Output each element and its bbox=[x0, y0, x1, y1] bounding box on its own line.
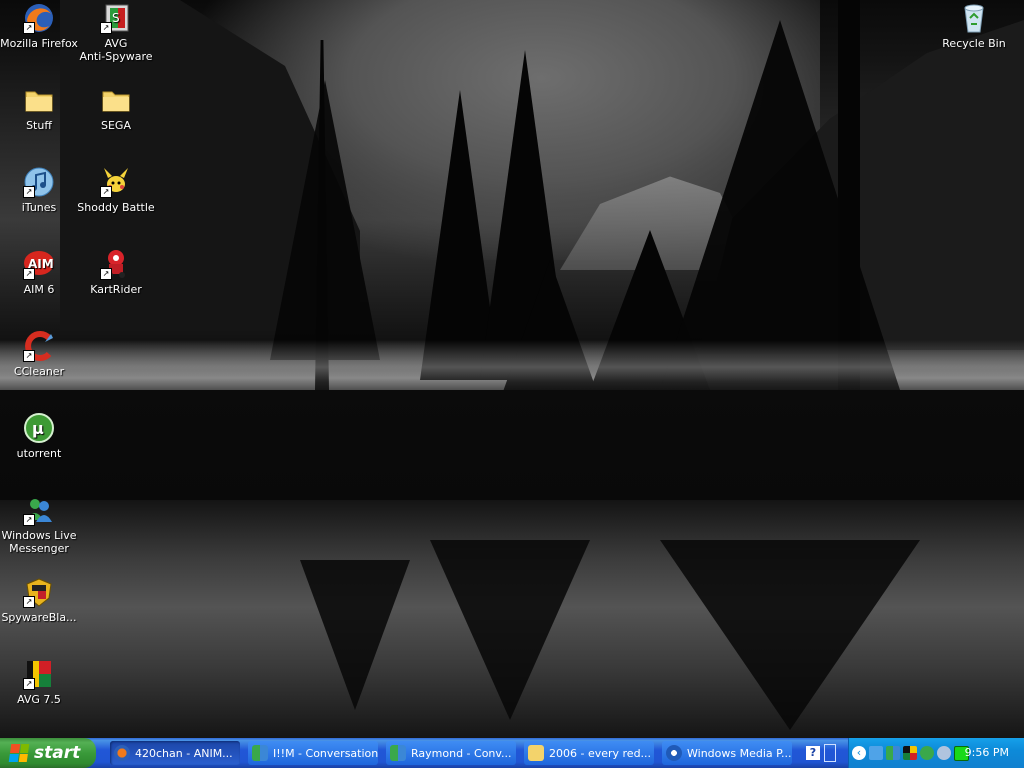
recycle-bin-icon bbox=[958, 2, 990, 34]
folder-icon bbox=[23, 84, 55, 116]
kartrider-icon: ↗ bbox=[100, 248, 132, 280]
desktop-icon-stuff[interactable]: Stuff bbox=[0, 84, 79, 132]
taskbar-button-firefox[interactable]: 420chan - ANIM... bbox=[110, 741, 240, 765]
desktop-icon-aim[interactable]: AIM ↗ AIM 6 bbox=[0, 248, 79, 296]
expand-tray-icon[interactable]: ‹ bbox=[852, 746, 866, 760]
start-button[interactable]: start bbox=[0, 738, 96, 768]
avg-tray-icon[interactable] bbox=[903, 746, 917, 760]
windows-logo-icon bbox=[8, 744, 30, 762]
messenger-icon bbox=[390, 745, 406, 761]
desktop-icon-messenger[interactable]: ↗ Windows Live Messenger bbox=[0, 494, 79, 555]
desktop-icon-kartrider[interactable]: ↗ KartRider bbox=[76, 248, 156, 296]
avg-icon: ↗ bbox=[23, 658, 55, 690]
svg-text:S: S bbox=[112, 11, 120, 25]
firefox-icon bbox=[114, 745, 130, 761]
taskbar-button-media-player[interactable]: Windows Media P... bbox=[662, 741, 792, 765]
desktop-icon-spywareblaster[interactable]: ↗ SpywareBla... bbox=[0, 576, 79, 624]
wallpaper-tree-trunk bbox=[838, 0, 860, 390]
wallpaper-ground bbox=[0, 390, 1024, 500]
quick-launch-area: ? bbox=[806, 741, 852, 765]
desktop-icon-itunes[interactable]: ↗ iTunes bbox=[0, 166, 79, 214]
desktop-icon-firefox[interactable]: ↗ Mozilla Firefox bbox=[0, 2, 79, 50]
ccleaner-icon: ↗ bbox=[23, 330, 55, 362]
desktop-icon-shoddy-battle[interactable]: ↗ Shoddy Battle bbox=[76, 166, 156, 214]
desktop-icon-ccleaner[interactable]: ↗ CCleaner bbox=[0, 330, 79, 378]
desktop-icon-avg[interactable]: ↗ AVG 7.5 bbox=[0, 658, 79, 706]
taskbar-button-conversation-1[interactable]: I!!M - Conversation bbox=[248, 741, 378, 765]
spywareblaster-icon: ↗ bbox=[23, 576, 55, 608]
system-tray: ‹ 9:56 PM bbox=[848, 738, 1024, 768]
taskbar-button-conversation-2[interactable]: Raymond - Conv... bbox=[386, 741, 516, 765]
folder-icon bbox=[528, 745, 544, 761]
aim-icon: AIM ↗ bbox=[23, 248, 55, 280]
desktop-icon-avg-antispyware[interactable]: S ↗ AVG Anti-Spyware bbox=[76, 2, 156, 63]
user-tray-icon[interactable] bbox=[920, 746, 934, 760]
volume-icon[interactable] bbox=[937, 746, 951, 760]
desktop-icon-utorrent[interactable]: µ utorrent bbox=[0, 412, 79, 460]
network-icon[interactable] bbox=[869, 746, 883, 760]
window-switch-icon[interactable] bbox=[824, 744, 836, 762]
start-label: start bbox=[34, 743, 81, 763]
utorrent-icon: µ bbox=[23, 412, 55, 444]
desktop-icon-sega[interactable]: SEGA bbox=[76, 84, 156, 132]
taskbar-button-folder[interactable]: 2006 - every red... bbox=[524, 741, 654, 765]
media-player-icon bbox=[666, 745, 682, 761]
firefox-icon: ↗ bbox=[23, 2, 55, 34]
desktop-icon-recycle-bin[interactable]: Recycle Bin bbox=[934, 2, 1014, 50]
taskbar: start 420chan - ANIM... I!!M - Conversat… bbox=[0, 738, 1024, 768]
messenger-icon: ↗ bbox=[23, 494, 55, 526]
desktop[interactable]: ↗ Mozilla Firefox S ↗ AVG Anti-Spyware R… bbox=[0, 0, 1024, 738]
avg-antispyware-icon: S ↗ bbox=[100, 2, 132, 34]
help-icon[interactable]: ? bbox=[806, 746, 820, 760]
folder-icon bbox=[100, 84, 132, 116]
shoddy-battle-icon: ↗ bbox=[100, 166, 132, 198]
messenger-tray-icon[interactable] bbox=[886, 746, 900, 760]
svg-text:µ: µ bbox=[32, 419, 44, 438]
clock[interactable]: 9:56 PM bbox=[965, 746, 1009, 759]
messenger-icon bbox=[252, 745, 268, 761]
itunes-icon: ↗ bbox=[23, 166, 55, 198]
